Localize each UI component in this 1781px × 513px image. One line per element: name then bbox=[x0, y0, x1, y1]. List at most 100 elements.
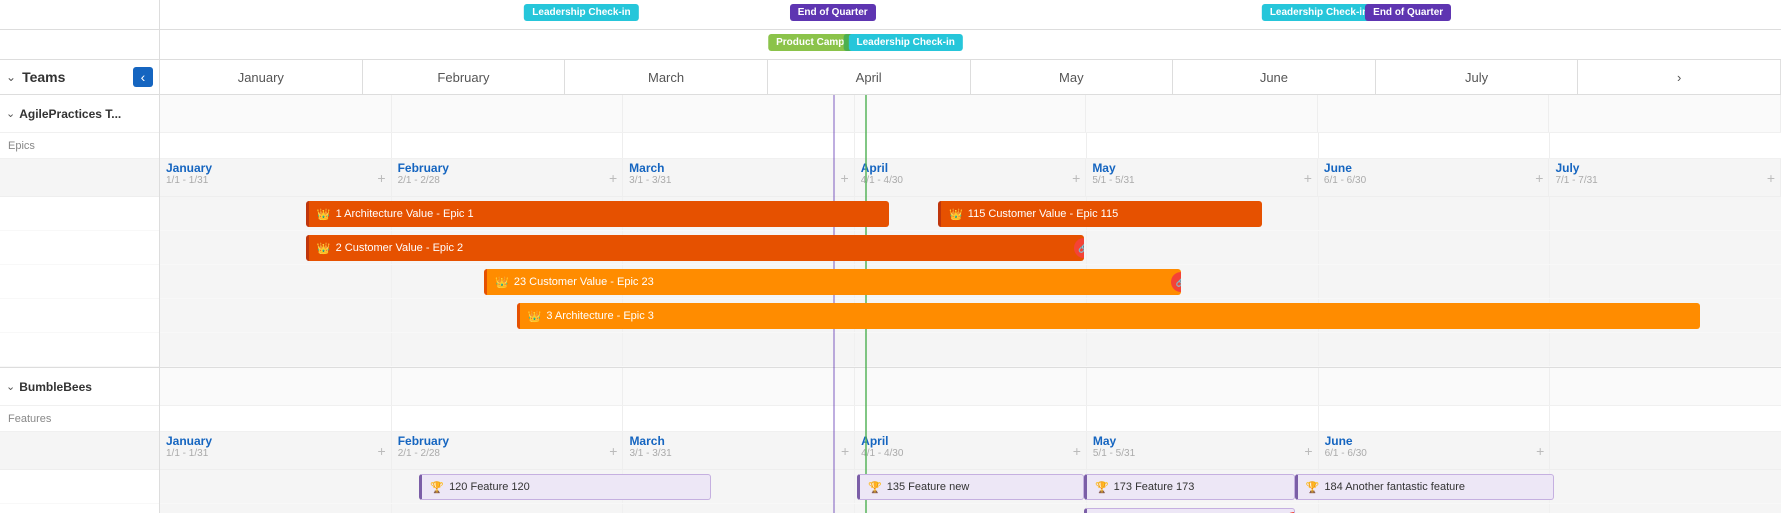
crown-icon-1: 👑 bbox=[317, 208, 331, 221]
epic-bar-1[interactable]: 👑 1 Architecture Value - Epic 1 bbox=[306, 201, 890, 227]
team2-name: BumbleBees bbox=[19, 380, 92, 394]
trophy-icon-173: 🏆 bbox=[1095, 481, 1109, 494]
left-team-1: ⌄ AgilePractices T... Epics bbox=[0, 95, 159, 368]
team2-grid: January 1/1 - 1/31 + February 2/1 - 2/28… bbox=[160, 368, 1781, 513]
month-extra: › bbox=[1578, 60, 1781, 94]
plus-may-team1[interactable]: + bbox=[1304, 170, 1312, 186]
chevron-icon-team1[interactable]: ⌄ bbox=[6, 107, 15, 120]
team2-months-left bbox=[0, 432, 159, 470]
team1-epic4-left bbox=[0, 299, 159, 333]
month-mar: March bbox=[565, 60, 768, 94]
epic3-label: 3 Architecture - Epic 3 bbox=[546, 310, 654, 322]
plus-mar-team2[interactable]: + bbox=[841, 443, 849, 459]
checkin3-marker: Leadership Check-in bbox=[1262, 4, 1376, 21]
team1-epic1-left bbox=[0, 197, 159, 231]
team1-epic3-left bbox=[0, 265, 159, 299]
plus-may-team2[interactable]: + bbox=[1304, 443, 1312, 459]
team2-epic1-left bbox=[0, 470, 159, 504]
plus-jan-team2[interactable]: + bbox=[378, 443, 386, 459]
plus-mar-team1[interactable]: + bbox=[841, 170, 849, 186]
checkin2-marker: Leadership Check-in bbox=[848, 34, 962, 51]
epic-bar-23[interactable]: 👑 23 Customer Value - Epic 23 🔗 bbox=[484, 269, 1181, 295]
team2-features-area: 🏆 120 Feature 120 🏆 135 Feature new 🏆 17… bbox=[160, 470, 1781, 513]
team1-epic2-left bbox=[0, 231, 159, 265]
teams-label: Teams bbox=[22, 69, 65, 85]
plus-jun-team2[interactable]: + bbox=[1536, 443, 1544, 459]
epic-bar-2[interactable]: 👑 2 Customer Value - Epic 2 🔗 bbox=[306, 235, 1084, 261]
feature-bar-120[interactable]: 🏆 120 Feature 120 bbox=[419, 474, 711, 500]
feature-bar-119[interactable]: 🏆 119 Feature 119 🔗 bbox=[1084, 508, 1295, 513]
team1-month-headers: January 1/1 - 1/31 + February 2/1 - 2/28… bbox=[160, 159, 1781, 197]
epic-bar-115[interactable]: 👑 115 Customer Value - Epic 115 bbox=[938, 201, 1262, 227]
team1-months-left bbox=[0, 159, 159, 197]
header-left: ⌄ Teams ‹ bbox=[0, 60, 160, 94]
top-banner-left bbox=[0, 0, 160, 29]
end-of-quarter-marker-1: End of Quarter bbox=[790, 4, 876, 21]
team2-month-headers: January 1/1 - 1/31 + February 2/1 - 2/28… bbox=[160, 432, 1781, 470]
link-icon-epic2[interactable]: 🔗 bbox=[1074, 238, 1084, 258]
top-banner-right: End of Quarter Leadership Check-in Leade… bbox=[160, 0, 1781, 29]
epic23-label: 23 Customer Value - Epic 23 bbox=[514, 276, 654, 288]
checkin1-label: Leadership Check-in bbox=[524, 4, 638, 21]
epic115-label: 115 Customer Value - Epic 115 bbox=[968, 208, 1118, 220]
plus-apr-team2[interactable]: + bbox=[1073, 443, 1081, 459]
team1-sub-row-right bbox=[160, 133, 1781, 159]
chevron-down-icon[interactable]: ⌄ bbox=[6, 70, 16, 84]
plus-feb-team2[interactable]: + bbox=[609, 443, 617, 459]
body-left-panel: ⌄ AgilePractices T... Epics ⌄ B bbox=[0, 95, 160, 513]
plus-jul-team1[interactable]: + bbox=[1767, 170, 1775, 186]
crown-icon-2: 👑 bbox=[317, 242, 331, 255]
plus-apr-team1[interactable]: + bbox=[1072, 170, 1080, 186]
checkin1-marker: Leadership Check-in bbox=[524, 4, 638, 21]
team1-title-left: ⌄ AgilePractices T... bbox=[0, 95, 159, 133]
feature173-label: 173 Feature 173 bbox=[1114, 481, 1195, 493]
body-right-panel: January 1/1 - 1/31 + February 2/1 - 2/28… bbox=[160, 95, 1781, 513]
plus-jan-team1[interactable]: + bbox=[377, 170, 385, 186]
trophy-icon-184: 🏆 bbox=[1306, 481, 1320, 494]
checkin3-label: Leadership Check-in bbox=[1262, 4, 1376, 21]
month-apr: April bbox=[768, 60, 971, 94]
team2-title-left: ⌄ BumbleBees bbox=[0, 368, 159, 406]
feature120-label: 120 Feature 120 bbox=[449, 481, 530, 493]
team1-grid: January 1/1 - 1/31 + February 2/1 - 2/28… bbox=[160, 95, 1781, 368]
month-jan: January bbox=[160, 60, 363, 94]
team1-epics-area: 👑 1 Architecture Value - Epic 1 👑 115 Cu… bbox=[160, 197, 1781, 367]
body-area: ⌄ AgilePractices T... Epics ⌄ B bbox=[0, 95, 1781, 513]
team1-sub-left: Epics bbox=[0, 133, 159, 159]
team2-epic2-left bbox=[0, 504, 159, 513]
left-team-2: ⌄ BumbleBees Features bbox=[0, 368, 159, 513]
endq1-label: End of Quarter bbox=[790, 4, 876, 21]
feature184-label: 184 Another fantastic feature bbox=[1324, 481, 1465, 493]
end-of-quarter-marker-2: End of Quarter bbox=[1365, 4, 1451, 21]
collapse-button[interactable]: ‹ bbox=[133, 67, 153, 87]
team1-header-row bbox=[160, 95, 1781, 133]
team2-sub-row-right bbox=[160, 406, 1781, 432]
second-banner-right: Product Campaign Release today Leadershi… bbox=[160, 30, 1781, 59]
top-banner-row: End of Quarter Leadership Check-in Leade… bbox=[0, 0, 1781, 30]
plus-jun-team1[interactable]: + bbox=[1535, 170, 1543, 186]
crown-icon-23: 👑 bbox=[495, 276, 509, 289]
team1-epic5-left bbox=[0, 333, 159, 367]
month-headers: January February March April May June Ju… bbox=[160, 60, 1781, 94]
feature-bar-173[interactable]: 🏆 173 Feature 173 bbox=[1084, 474, 1295, 500]
trophy-icon-120: 🏆 bbox=[430, 481, 444, 494]
chevron-icon-team2[interactable]: ⌄ bbox=[6, 380, 15, 393]
epic-bar-3[interactable]: 👑 3 Architecture - Epic 3 bbox=[517, 303, 1700, 329]
link-icon-epic23[interactable]: 🔗 bbox=[1171, 272, 1181, 292]
crown-icon-3: 👑 bbox=[528, 310, 542, 323]
team1-name: AgilePractices T... bbox=[19, 107, 121, 121]
plus-feb-team1[interactable]: + bbox=[609, 170, 617, 186]
month-may: May bbox=[971, 60, 1174, 94]
trophy-icon-135: 🏆 bbox=[868, 481, 882, 494]
month-jun: June bbox=[1173, 60, 1376, 94]
team1-sub-label: Epics bbox=[8, 140, 35, 152]
team2-sub-left: Features bbox=[0, 406, 159, 432]
second-banner-left bbox=[0, 30, 160, 59]
endq2-label: End of Quarter bbox=[1365, 4, 1451, 21]
month-feb: February bbox=[363, 60, 566, 94]
timeline-app: End of Quarter Leadership Check-in Leade… bbox=[0, 0, 1781, 513]
feature-bar-184[interactable]: 🏆 184 Another fantastic feature bbox=[1295, 474, 1554, 500]
month-jul: July bbox=[1376, 60, 1579, 94]
second-banner-row: Product Campaign Release today Leadershi… bbox=[0, 30, 1781, 60]
feature-bar-135[interactable]: 🏆 135 Feature new bbox=[857, 474, 1084, 500]
